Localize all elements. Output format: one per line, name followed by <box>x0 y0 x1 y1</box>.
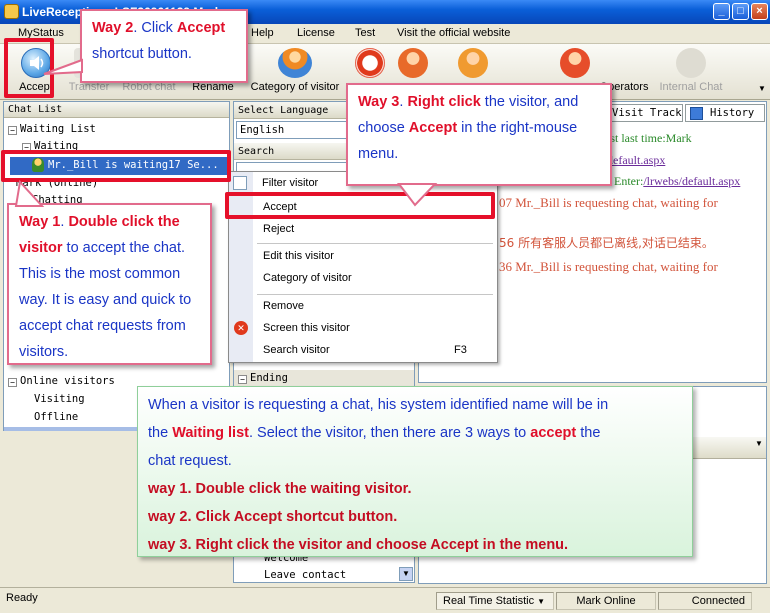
close-button[interactable]: × <box>751 3 768 20</box>
history-line-6: 36 Mr._Bill is requesting chat, waiting … <box>499 259 718 274</box>
way1-summary: way 1. Double click the waiting visitor. <box>148 481 412 497</box>
tab-history[interactable]: History <box>685 104 765 122</box>
search-shortcut: F3 <box>454 344 467 356</box>
chat-toolbar-overflow-icon[interactable]: ▼ <box>755 439 763 448</box>
menu-help[interactable]: Help <box>251 27 274 39</box>
menu-item-reject[interactable]: Reject <box>263 223 294 235</box>
operators-icon <box>609 48 639 78</box>
menu-item-edit-visitor[interactable]: Edit this visitor <box>263 250 334 262</box>
internal-chat-label: Internal Chat <box>659 81 723 93</box>
internal-chat-button[interactable]: Internal Chat <box>656 48 726 98</box>
collapse-icon[interactable]: − <box>8 378 17 387</box>
menu-license[interactable]: License <box>297 27 335 39</box>
tree-offline[interactable]: Offline <box>34 411 78 423</box>
category-label: Category of visitor <box>250 81 340 93</box>
status-operator: Mark Online <box>556 592 656 610</box>
callout-way2: Way 2. Click Accept shortcut button. <box>80 9 248 83</box>
screen-visitor-icon: ✕ <box>234 321 248 335</box>
menu-item-screen-visitor[interactable]: Screen this visitor <box>263 322 350 334</box>
way2-summary: way 2. Click Accept shortcut button. <box>148 509 398 525</box>
filter-visitor-item[interactable]: Filter visitor <box>262 177 318 189</box>
tree-waiting-list[interactable]: − Waiting List <box>8 123 96 135</box>
dropdown-arrow-icon: ▼ <box>537 597 546 606</box>
toolbar-overflow-icon[interactable]: ▼ <box>758 84 766 93</box>
block-icon <box>355 48 385 78</box>
status-ready: Ready <box>6 592 38 604</box>
callout-way1-pointer <box>14 180 45 207</box>
category-of-visitor-button[interactable]: Category of visitor <box>244 48 346 98</box>
realtime-statistic-dropdown[interactable]: Real Time Statistic ▼ <box>436 592 554 610</box>
history-tab-icon <box>690 107 703 120</box>
instructions-box: When a visitor is requesting a chat, his… <box>137 386 693 557</box>
menu-item-category[interactable]: Category of visitor <box>263 272 352 284</box>
app-icon <box>4 4 19 19</box>
history-link[interactable]: /lrwebs/default.aspx <box>643 174 740 188</box>
view-user-icon <box>458 48 488 78</box>
menu-item-remove[interactable]: Remove <box>263 300 304 312</box>
waiting-item-highlight <box>1 150 231 182</box>
chat-bubble-icon <box>676 48 706 78</box>
callout-way1: Way 1. Double click the visitor to accep… <box>7 203 212 365</box>
menu-separator <box>257 243 493 244</box>
video-user-icon <box>398 48 428 78</box>
menu-item-search-visitor[interactable]: Search visitor <box>263 344 330 356</box>
accept-menu-highlight <box>225 192 495 219</box>
status-connection: Connected <box>658 592 752 610</box>
status-bar: Ready Real Time Statistic ▼ Mark Online … <box>0 587 770 613</box>
way3-summary: way 3. Right click the visitor and choos… <box>148 537 569 553</box>
chat-list-header: Chat List <box>4 102 229 118</box>
minimize-button[interactable]: _ <box>713 3 730 20</box>
history-line-3: 07 Enter:/lrwebs/default.aspx <box>599 174 741 188</box>
tree-online-visitors[interactable]: − Online visitors <box>8 375 115 387</box>
callout-way3: Way 3. Right click the visitor, and choo… <box>346 83 612 186</box>
user-icon <box>560 48 590 78</box>
menu-test[interactable]: Test <box>355 27 375 39</box>
users-group-icon <box>278 48 312 78</box>
menu-visit-website[interactable]: Visit the official website <box>397 27 510 39</box>
menu-separator <box>257 294 493 295</box>
collapse-icon[interactable]: − <box>238 375 247 384</box>
history-line-4: 07 Mr._Bill is requesting chat, waiting … <box>499 195 718 210</box>
maximize-button[interactable]: □ <box>732 3 749 20</box>
scroll-down-icon[interactable]: ▼ <box>399 567 413 581</box>
filter-expand-icon[interactable] <box>233 176 247 190</box>
callout-way3-pointer <box>396 183 438 207</box>
tree-leave-contact[interactable]: Leave contact <box>264 569 346 581</box>
callout-way2-pointer <box>43 58 83 75</box>
history-line-5: 56 所有客服人员都已离线,对话已结束。 <box>499 236 714 250</box>
collapse-icon[interactable]: − <box>8 126 17 135</box>
history-line-1: uest last time:Mark <box>599 131 692 145</box>
tree-visiting[interactable]: Visiting <box>34 393 85 405</box>
